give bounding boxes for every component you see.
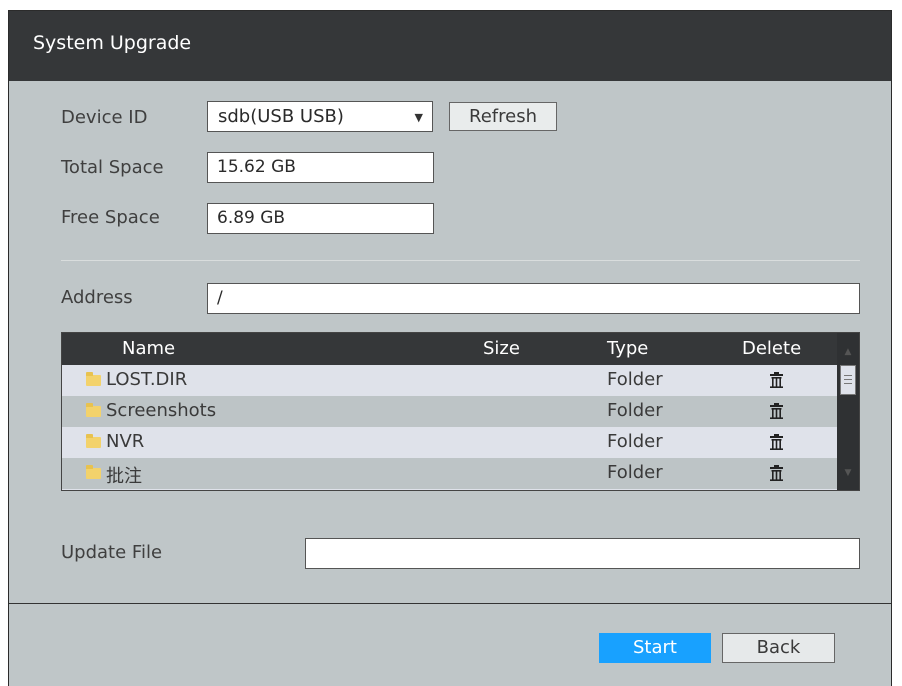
folder-icon xyxy=(86,465,101,479)
file-name: LOST.DIR xyxy=(106,369,188,390)
device-id-selected-value: sdb(USB USB) xyxy=(218,106,344,127)
table-header: Name Size Type Delete xyxy=(62,333,837,365)
title-bar: System Upgrade xyxy=(9,11,891,81)
table-row[interactable]: Screenshots Folder xyxy=(62,396,837,427)
address-label: Address xyxy=(61,287,133,308)
update-file-input[interactable] xyxy=(305,538,860,569)
folder-icon xyxy=(86,434,101,448)
total-space-label: Total Space xyxy=(61,157,164,178)
folder-icon xyxy=(86,403,101,417)
refresh-button[interactable]: Refresh xyxy=(449,102,557,131)
system-upgrade-dialog: System Upgrade Device ID sdb(USB USB) ▼ … xyxy=(8,10,892,686)
free-space-label: Free Space xyxy=(61,207,160,228)
file-table: Name Size Type Delete LOST.DIR Folder Sc… xyxy=(61,332,860,491)
dialog-title: System Upgrade xyxy=(33,32,192,54)
section-divider xyxy=(61,260,860,261)
file-name: Screenshots xyxy=(106,400,217,421)
file-name: NVR xyxy=(106,431,145,452)
folder-icon xyxy=(86,372,101,386)
file-type: Folder xyxy=(607,369,663,390)
file-name: 批注 xyxy=(106,466,142,487)
table-row[interactable]: NVR Folder xyxy=(62,427,837,458)
trash-icon[interactable] xyxy=(770,372,783,388)
file-type: Folder xyxy=(607,462,663,483)
column-header-name[interactable]: Name xyxy=(122,338,175,359)
trash-icon[interactable] xyxy=(770,434,783,450)
table-row[interactable]: LOST.DIR Folder xyxy=(62,365,837,396)
scroll-up-arrow-icon[interactable]: ▲ xyxy=(837,341,859,363)
device-id-select[interactable]: sdb(USB USB) ▼ xyxy=(207,101,433,132)
free-space-field: 6.89 GB xyxy=(207,203,434,234)
column-header-type[interactable]: Type xyxy=(607,338,648,359)
table-scrollbar[interactable]: ▲ ▼ xyxy=(837,333,859,490)
update-file-label: Update File xyxy=(61,542,163,563)
trash-icon[interactable] xyxy=(770,465,783,481)
device-id-label: Device ID xyxy=(61,107,148,128)
column-header-size[interactable]: Size xyxy=(483,338,520,359)
file-type: Folder xyxy=(607,431,663,452)
dropdown-arrow-icon: ▼ xyxy=(414,111,423,124)
address-input[interactable]: / xyxy=(207,283,860,314)
trash-icon[interactable] xyxy=(770,403,783,419)
scroll-thumb[interactable] xyxy=(840,365,856,395)
file-type: Folder xyxy=(607,400,663,421)
table-row[interactable]: 批注 Folder xyxy=(62,458,837,489)
start-button[interactable]: Start xyxy=(599,633,711,663)
total-space-field: 15.62 GB xyxy=(207,152,434,183)
scroll-down-arrow-icon[interactable]: ▼ xyxy=(837,462,859,484)
footer-divider xyxy=(9,603,891,604)
back-button[interactable]: Back xyxy=(722,633,835,663)
column-header-delete: Delete xyxy=(742,338,802,359)
